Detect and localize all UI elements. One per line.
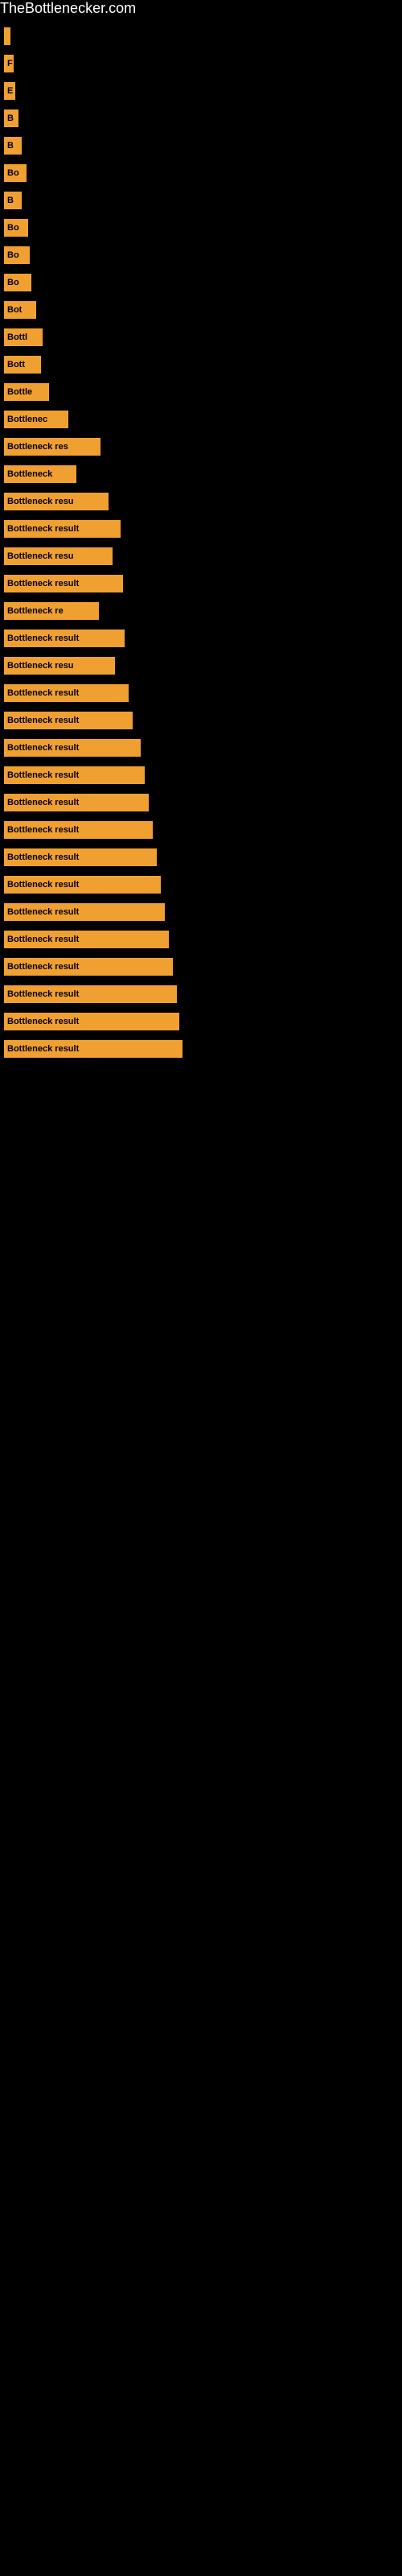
result-bar: Bot	[4, 301, 36, 319]
result-bar: Bottleneck result	[4, 848, 157, 866]
result-bar: Bottleneck result	[4, 794, 149, 811]
bar-row: Bo	[4, 271, 398, 294]
result-bar: Bo	[4, 274, 31, 291]
site-title-bar: TheBottlenecker.com	[0, 0, 402, 17]
result-bar: Bo	[4, 164, 27, 182]
result-bar: E	[4, 82, 15, 100]
result-bar: Bottleneck resu	[4, 493, 109, 510]
bar-row: Bottleneck result	[4, 1038, 398, 1060]
result-bar: Bottleneck result	[4, 985, 177, 1003]
result-bar: Bottleneck result	[4, 821, 153, 839]
result-bar: Bottleneck result	[4, 575, 123, 592]
site-title: TheBottlenecker.com	[0, 0, 136, 23]
bar-row: Bottl	[4, 326, 398, 349]
bar-row: F	[4, 52, 398, 75]
bar-row: Bottleneck result	[4, 518, 398, 540]
result-bar: Bottleneck result	[4, 931, 169, 948]
result-bar: Bottleneck result	[4, 684, 129, 702]
bar-row: Bottleneck res	[4, 436, 398, 458]
result-bar: Bott	[4, 356, 41, 374]
result-bar: Bottleneck result	[4, 766, 145, 784]
bars-container: FEBBBoBBoBoBoBotBottlBottBottleBottlenec…	[0, 17, 402, 1073]
bar-row: Bottleneck result	[4, 709, 398, 732]
result-bar: Bottleneck result	[4, 876, 161, 894]
bar-row: E	[4, 80, 398, 102]
result-bar: Bottleneck result	[4, 739, 141, 757]
bar-row: Bo	[4, 244, 398, 266]
result-bar: F	[4, 55, 14, 72]
result-bar: Bo	[4, 246, 30, 264]
bar-row: Bottleneck result	[4, 572, 398, 595]
result-bar: B	[4, 192, 22, 209]
bar-row: B	[4, 107, 398, 130]
result-bar: Bottleneck result	[4, 1040, 183, 1058]
result-bar: Bottle	[4, 383, 49, 401]
bar-row: Bottlenec	[4, 408, 398, 431]
result-bar: Bottleneck result	[4, 712, 133, 729]
result-bar: Bottleneck resu	[4, 657, 115, 675]
result-bar: B	[4, 109, 18, 127]
bar-row: Bottleneck result	[4, 737, 398, 759]
bar-row: Bottleneck resu	[4, 654, 398, 677]
bar-row: Bottleneck result	[4, 928, 398, 951]
bar-row: Bot	[4, 299, 398, 321]
result-bar: Bottleneck result	[4, 903, 165, 921]
result-bar	[4, 27, 10, 45]
result-bar: Bo	[4, 219, 28, 237]
bar-row: Bottleneck result	[4, 764, 398, 786]
bar-row: Bo	[4, 162, 398, 184]
bar-row: Bottleneck result	[4, 956, 398, 978]
bar-row: Bottleneck result	[4, 1010, 398, 1033]
bar-row	[4, 25, 398, 47]
bar-row: Bottleneck resu	[4, 490, 398, 513]
result-bar: Bottleneck res	[4, 438, 100, 456]
bar-row: Bottleneck re	[4, 600, 398, 622]
bar-row: Bottleneck result	[4, 627, 398, 650]
result-bar: Bottleneck re	[4, 602, 99, 620]
bar-row: Bottleneck resu	[4, 545, 398, 568]
bar-row: Bottleneck result	[4, 791, 398, 814]
bar-row: Bottleneck result	[4, 819, 398, 841]
result-bar: Bottleneck result	[4, 630, 125, 647]
result-bar: B	[4, 137, 22, 155]
bar-row: Bott	[4, 353, 398, 376]
bar-row: Bottleneck result	[4, 983, 398, 1005]
result-bar: Bottleneck resu	[4, 547, 113, 565]
bar-row: Bottleneck	[4, 463, 398, 485]
result-bar: Bottlenec	[4, 411, 68, 428]
bar-row: B	[4, 189, 398, 212]
result-bar: Bottleneck result	[4, 520, 121, 538]
result-bar: Bottleneck	[4, 465, 76, 483]
bar-row: Bo	[4, 217, 398, 239]
bar-row: Bottle	[4, 381, 398, 403]
bar-row: Bottleneck result	[4, 873, 398, 896]
bar-row: B	[4, 134, 398, 157]
bar-row: Bottleneck result	[4, 682, 398, 704]
result-bar: Bottleneck result	[4, 958, 173, 976]
bar-row: Bottleneck result	[4, 901, 398, 923]
result-bar: Bottl	[4, 328, 43, 346]
result-bar: Bottleneck result	[4, 1013, 179, 1030]
bar-row: Bottleneck result	[4, 846, 398, 869]
